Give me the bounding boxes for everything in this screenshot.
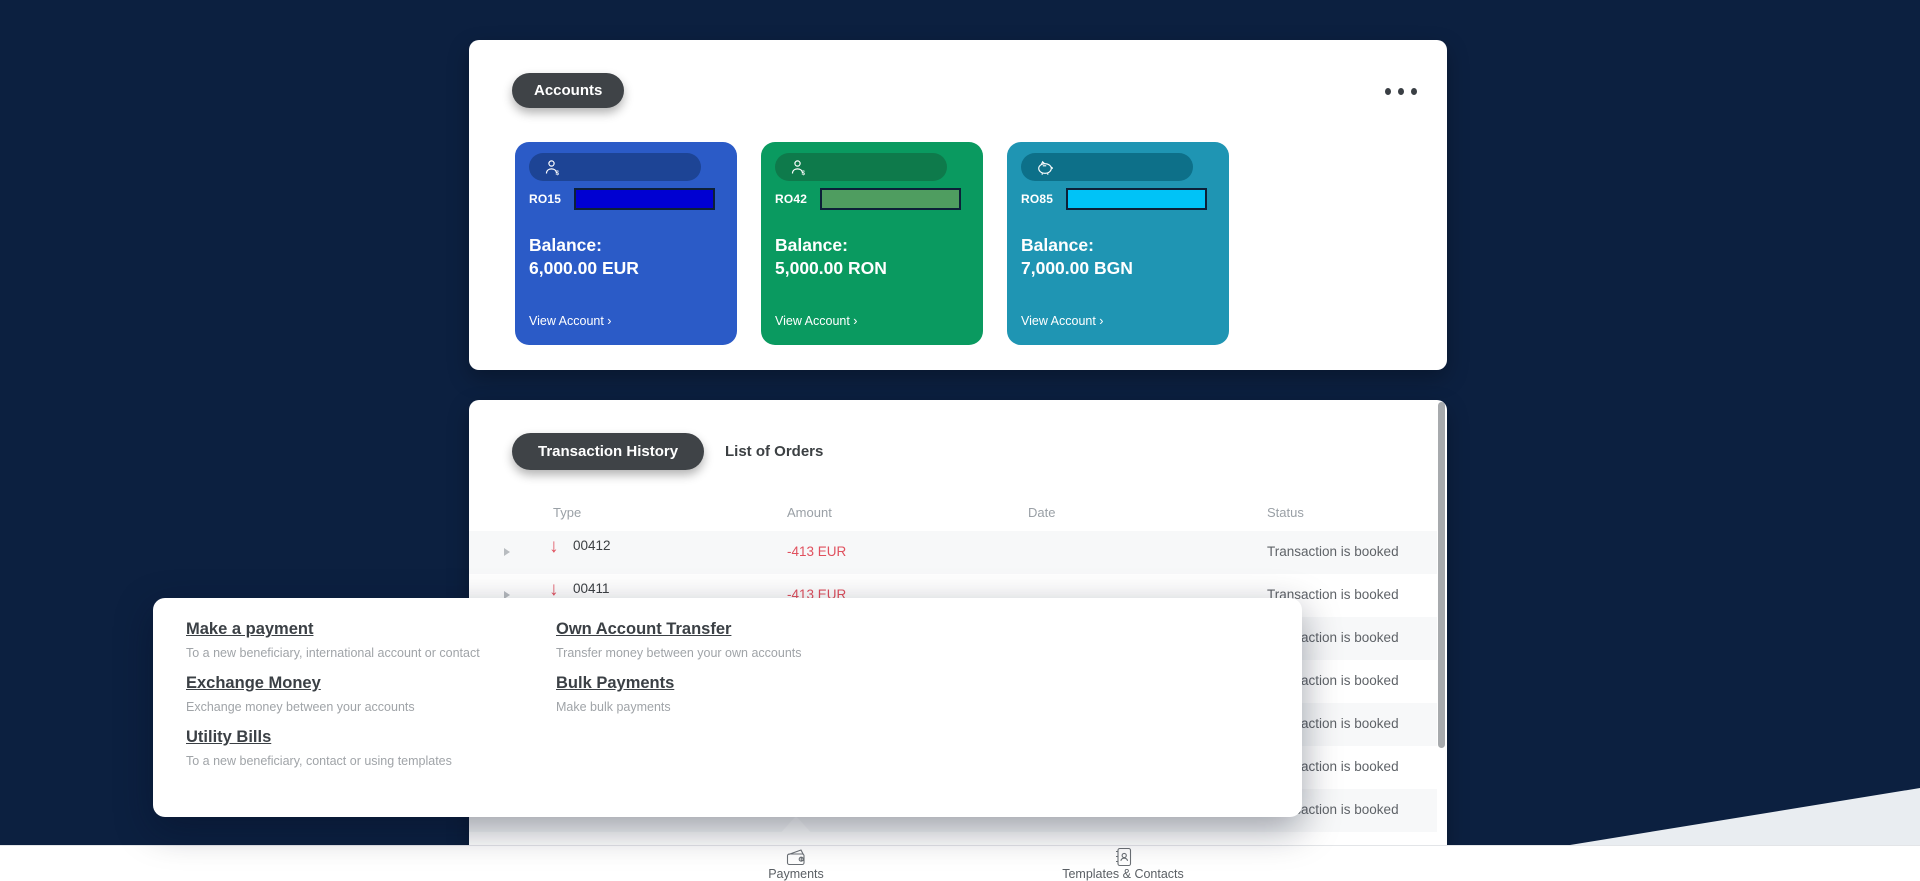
- view-account-link[interactable]: View Account ›: [529, 314, 611, 328]
- svg-text:$: $: [802, 170, 806, 176]
- cell-type: 00412: [573, 538, 611, 553]
- account-iban: RO42: [775, 188, 965, 210]
- vertical-scrollbar[interactable]: [1438, 402, 1445, 748]
- tab-label: Transaction History: [538, 443, 678, 460]
- account-cards-row: $ RO15 Balance: 6,000.00 EUR View Accoun…: [515, 142, 1229, 345]
- menu-item-own-account-transfer[interactable]: Own Account Transfer Transfer money betw…: [556, 620, 916, 660]
- view-account-link[interactable]: View Account ›: [775, 314, 857, 328]
- account-holder-pill: $: [529, 153, 701, 181]
- outgoing-arrow-icon: ↓: [549, 536, 559, 558]
- ellipsis-icon: [1398, 88, 1404, 95]
- accounts-panel: Accounts $ RO15: [469, 40, 1447, 370]
- account-card-ron[interactable]: $ RO42 Balance: 5,000.00 RON View Accoun…: [761, 142, 983, 345]
- menu-item-description: Make bulk payments: [556, 700, 916, 714]
- menu-item-title[interactable]: Bulk Payments: [556, 674, 674, 693]
- menu-item-title[interactable]: Own Account Transfer: [556, 620, 731, 639]
- menu-item-description: Transfer money between your own accounts: [556, 646, 916, 660]
- accounts-title-badge[interactable]: Accounts: [512, 73, 624, 108]
- menu-item-title[interactable]: Exchange Money: [186, 674, 321, 693]
- menu-item-exchange-money[interactable]: Exchange Money Exchange money between yo…: [186, 674, 546, 714]
- account-card-bgn[interactable]: RO85 Balance: 7,000.00 BGN View Account …: [1007, 142, 1229, 345]
- cell-amount: -413 EUR: [787, 544, 846, 559]
- ellipsis-icon: [1385, 88, 1391, 95]
- column-header-date: Date: [1028, 505, 1055, 520]
- cell-status: Transaction is booked: [1267, 544, 1399, 559]
- account-balance: Balance: 5,000.00 RON: [775, 234, 887, 280]
- column-header-status: Status: [1267, 505, 1304, 520]
- balance-value: 5,000.00 RON: [775, 257, 887, 280]
- menu-item-description: To a new beneficiary, contact or using t…: [186, 754, 546, 768]
- balance-value: 7,000.00 BGN: [1021, 257, 1133, 280]
- account-iban: RO15: [529, 188, 719, 210]
- accounts-more-menu-button[interactable]: [1379, 78, 1423, 104]
- contacts-book-icon: [1113, 847, 1133, 867]
- account-balance: Balance: 6,000.00 EUR: [529, 234, 639, 280]
- svg-text:$: $: [556, 170, 560, 176]
- balance-label: Balance:: [775, 234, 887, 257]
- table-row[interactable]: ↓ 00412 -413 EUR Transaction is booked: [469, 531, 1437, 574]
- balance-value: 6,000.00 EUR: [529, 257, 639, 280]
- nav-label: Payments: [768, 867, 824, 881]
- tab-label: List of Orders: [725, 443, 823, 460]
- menu-item-make-a-payment[interactable]: Make a payment To a new beneficiary, int…: [186, 620, 546, 660]
- menu-item-description: Exchange money between your accounts: [186, 700, 546, 714]
- banking-dashboard: Accounts $ RO15: [0, 0, 1920, 881]
- redacted-iban: [574, 188, 715, 210]
- iban-prefix: RO15: [529, 192, 561, 206]
- tab-list-of-orders[interactable]: List of Orders: [725, 433, 823, 470]
- bottom-navigation-bar: Payments Templates & Contacts: [0, 845, 1920, 881]
- account-iban: RO85: [1021, 188, 1211, 210]
- wallet-icon: [785, 847, 807, 867]
- payments-menu-popup: Make a payment To a new beneficiary, int…: [153, 598, 1302, 817]
- menu-item-title[interactable]: Make a payment: [186, 620, 313, 639]
- menu-item-title[interactable]: Utility Bills: [186, 728, 271, 747]
- nav-item-templates-contacts[interactable]: Templates & Contacts: [1023, 847, 1223, 881]
- iban-prefix: RO85: [1021, 192, 1053, 206]
- person-dollar-icon: $: [544, 159, 561, 176]
- cell-type: 00411: [573, 581, 610, 596]
- column-header-amount: Amount: [787, 505, 832, 520]
- tab-transaction-history[interactable]: Transaction History: [512, 433, 704, 470]
- account-holder-pill: [1021, 153, 1193, 181]
- piggy-bank-icon: [1036, 159, 1055, 176]
- view-account-link[interactable]: View Account ›: [1021, 314, 1103, 328]
- balance-label: Balance:: [529, 234, 639, 257]
- account-balance: Balance: 7,000.00 BGN: [1021, 234, 1133, 280]
- person-dollar-icon: $: [790, 159, 807, 176]
- account-card-eur[interactable]: $ RO15 Balance: 6,000.00 EUR View Accoun…: [515, 142, 737, 345]
- popup-caret: [776, 816, 816, 838]
- column-header-type: Type: [553, 505, 581, 520]
- redacted-iban: [820, 188, 961, 210]
- nav-label: Templates & Contacts: [1062, 867, 1184, 881]
- ellipsis-icon: [1411, 88, 1417, 95]
- menu-item-utility-bills[interactable]: Utility Bills To a new beneficiary, cont…: [186, 728, 546, 768]
- nav-item-payments[interactable]: Payments: [716, 847, 876, 881]
- balance-label: Balance:: [1021, 234, 1133, 257]
- iban-prefix: RO42: [775, 192, 807, 206]
- menu-item-bulk-payments[interactable]: Bulk Payments Make bulk payments: [556, 674, 916, 714]
- row-expand-chevron-icon[interactable]: [504, 548, 510, 556]
- account-holder-pill: $: [775, 153, 947, 181]
- accounts-title: Accounts: [534, 82, 602, 99]
- menu-item-description: To a new beneficiary, international acco…: [186, 646, 546, 660]
- redacted-iban: [1066, 188, 1207, 210]
- decorative-diagonal-wedge: [1570, 788, 1920, 845]
